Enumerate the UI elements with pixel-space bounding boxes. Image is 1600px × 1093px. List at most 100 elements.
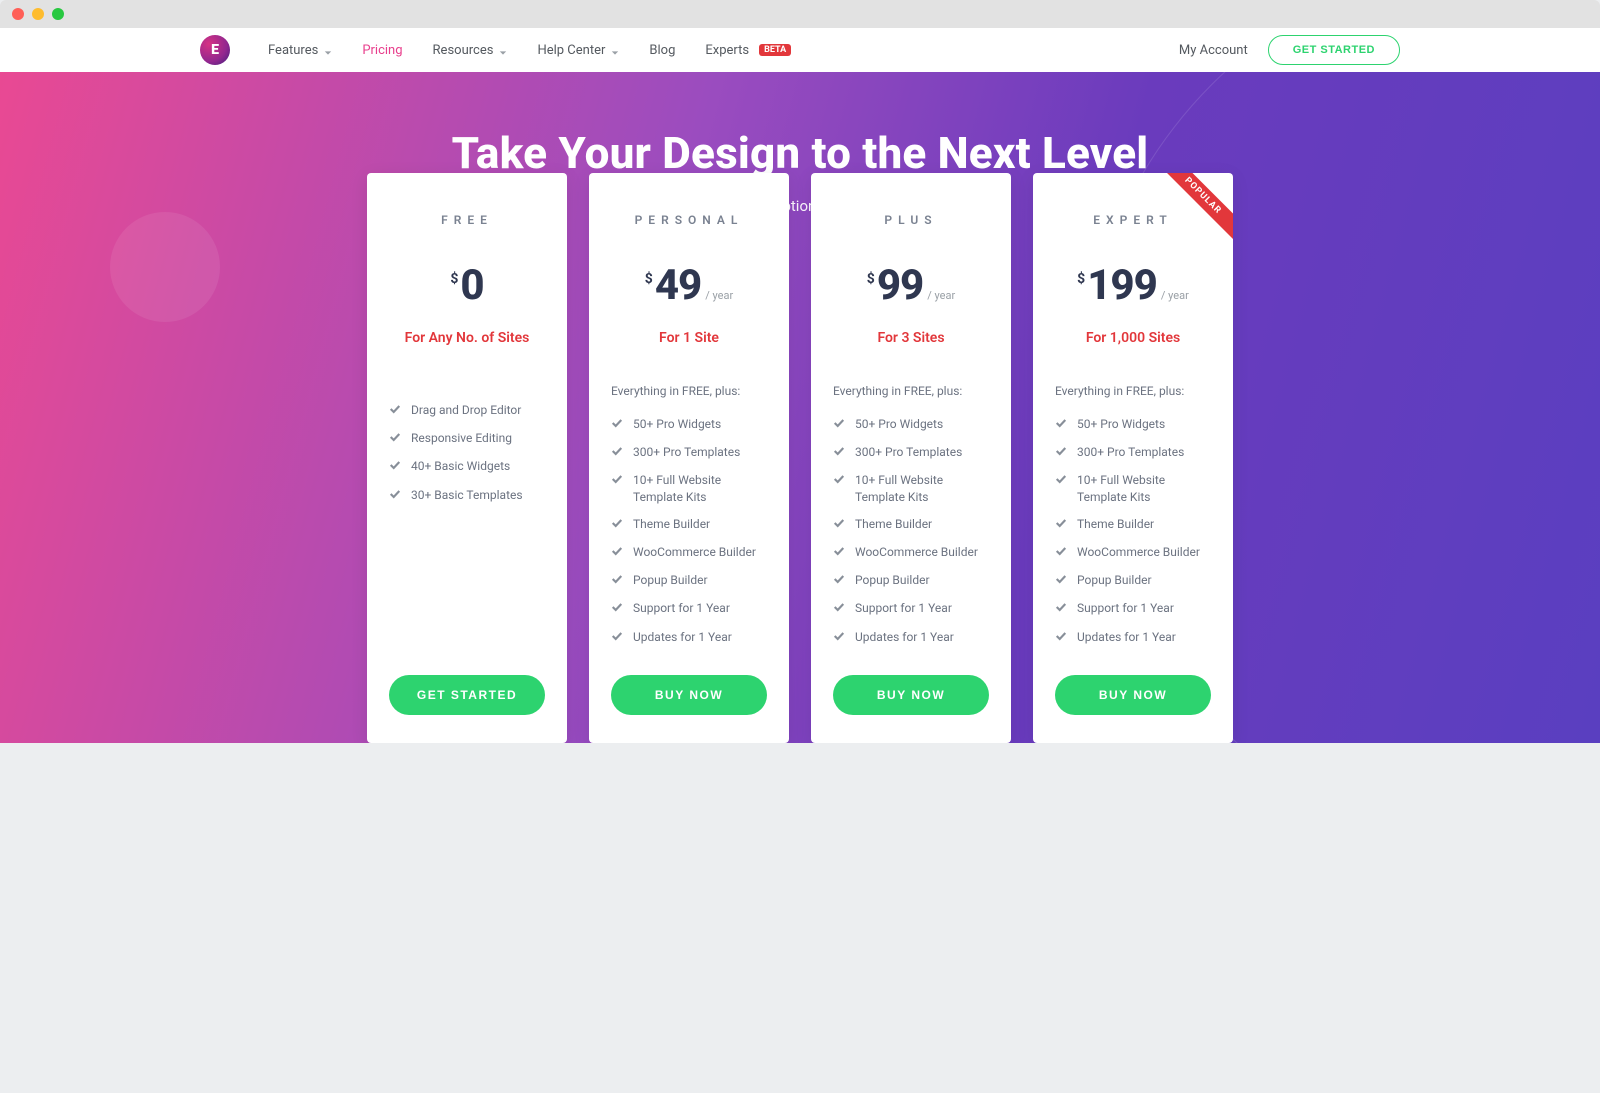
- plan-features: 50+ Pro Widgets 300+ Pro Templates 10+ Ful…: [611, 416, 767, 657]
- feature-text: Responsive Editing: [411, 430, 512, 446]
- nav-item-features[interactable]: Features: [268, 43, 332, 58]
- feature-item: Updates for 1 Year: [833, 629, 989, 646]
- my-account-link[interactable]: My Account: [1179, 43, 1248, 58]
- plan-name: PERSONAL: [611, 213, 767, 227]
- plan-intro: Everything in FREE, plus:: [611, 384, 767, 398]
- feature-text: Support for 1 Year: [1077, 600, 1174, 616]
- feature-text: Support for 1 Year: [855, 600, 952, 616]
- window-maximize-icon[interactable]: [52, 8, 64, 20]
- window-close-icon[interactable]: [12, 8, 24, 20]
- buy-now-button[interactable]: BUY NOW: [1055, 675, 1211, 715]
- nav-item-label: Resources: [433, 43, 494, 58]
- nav-item-blog[interactable]: Blog: [649, 43, 675, 58]
- feature-item: 10+ Full Website Template Kits: [611, 472, 767, 504]
- chevron-down-icon: [499, 46, 507, 54]
- check-icon: [389, 488, 401, 504]
- check-icon: [611, 573, 623, 589]
- check-icon: [1055, 517, 1067, 533]
- currency-symbol: $: [450, 271, 458, 287]
- nav-item-experts[interactable]: Experts BETA: [705, 43, 791, 58]
- nav-item-resources[interactable]: Resources: [433, 43, 508, 58]
- feature-item: 300+ Pro Templates: [611, 444, 767, 461]
- price-row: $199/ year: [1055, 261, 1211, 310]
- feature-text: 10+ Full Website Template Kits: [855, 472, 989, 504]
- check-icon: [1055, 417, 1067, 433]
- feature-item: Updates for 1 Year: [1055, 629, 1211, 646]
- feature-item: Popup Builder: [611, 572, 767, 589]
- feature-text: 30+ Basic Templates: [411, 487, 523, 503]
- plan-name: EXPERT: [1055, 213, 1211, 227]
- lower-bg: [0, 743, 1600, 1093]
- get-started-plan-button[interactable]: GET STARTED: [389, 675, 545, 715]
- beta-badge: BETA: [759, 44, 791, 56]
- nav-item-label: Experts: [705, 43, 749, 58]
- check-icon: [611, 417, 623, 433]
- feature-item: 10+ Full Website Template Kits: [1055, 472, 1211, 504]
- feature-text: 50+ Pro Widgets: [855, 416, 943, 432]
- check-icon: [1055, 601, 1067, 617]
- feature-item: Support for 1 Year: [1055, 600, 1211, 617]
- plan-tagline: For Any No. of Sites: [389, 330, 545, 346]
- check-icon: [833, 601, 845, 617]
- per-year-label: / year: [1161, 289, 1189, 302]
- plan-tagline: For 3 Sites: [833, 330, 989, 346]
- check-icon: [833, 545, 845, 561]
- feature-text: 50+ Pro Widgets: [633, 416, 721, 432]
- feature-item: Support for 1 Year: [611, 600, 767, 617]
- window-minimize-icon[interactable]: [32, 8, 44, 20]
- nav-item-label: Pricing: [362, 43, 402, 58]
- check-icon: [833, 573, 845, 589]
- nav-item-label: Help Center: [537, 43, 605, 58]
- feature-item: 40+ Basic Widgets: [389, 458, 545, 475]
- plan-tagline: For 1,000 Sites: [1055, 330, 1211, 346]
- price-row: $0: [389, 261, 545, 310]
- check-icon: [833, 417, 845, 433]
- feature-text: Popup Builder: [1077, 572, 1152, 588]
- check-icon: [611, 630, 623, 646]
- feature-text: WooCommerce Builder: [633, 544, 756, 560]
- feature-text: 50+ Pro Widgets: [1077, 416, 1165, 432]
- pricing-cards: FREE $0 For Any No. of Sites Drag and Drop …: [0, 173, 1600, 743]
- feature-item: Drag and Drop Editor: [389, 402, 545, 419]
- check-icon: [611, 545, 623, 561]
- buy-now-button[interactable]: BUY NOW: [611, 675, 767, 715]
- plan-intro: Everything in FREE, plus:: [833, 384, 989, 398]
- check-icon: [611, 601, 623, 617]
- feature-text: 300+ Pro Templates: [855, 444, 962, 460]
- feature-text: Drag and Drop Editor: [411, 402, 521, 418]
- pricing-card-plus: PLUS$99/ yearFor 3 SitesEverything in FR…: [811, 173, 1011, 743]
- nav-item-pricing[interactable]: Pricing: [362, 43, 402, 58]
- check-icon: [1055, 573, 1067, 589]
- plan-name: PLUS: [833, 213, 989, 227]
- feature-text: WooCommerce Builder: [855, 544, 978, 560]
- feature-item: 300+ Pro Templates: [1055, 444, 1211, 461]
- feature-item: WooCommerce Builder: [833, 544, 989, 561]
- feature-item: 50+ Pro Widgets: [1055, 416, 1211, 433]
- plan-tagline: For 1 Site: [611, 330, 767, 346]
- buy-now-button[interactable]: BUY NOW: [833, 675, 989, 715]
- feature-item: WooCommerce Builder: [1055, 544, 1211, 561]
- nav-item-help-center[interactable]: Help Center: [537, 43, 619, 58]
- feature-item: Popup Builder: [1055, 572, 1211, 589]
- feature-item: Support for 1 Year: [833, 600, 989, 617]
- chevron-down-icon: [611, 46, 619, 54]
- currency-symbol: $: [867, 271, 875, 287]
- price-value: 49: [655, 261, 701, 310]
- plan-features: 50+ Pro Widgets 300+ Pro Templates 10+ Ful…: [833, 416, 989, 657]
- plan-name: FREE: [389, 213, 545, 227]
- feature-item: WooCommerce Builder: [611, 544, 767, 561]
- get-started-button[interactable]: GET STARTED: [1268, 35, 1400, 65]
- price-value: 0: [460, 261, 483, 310]
- brand-logo[interactable]: E: [200, 35, 230, 65]
- plan-features: Drag and Drop Editor Responsive Editing 40…: [389, 402, 545, 657]
- feature-item: 50+ Pro Widgets: [833, 416, 989, 433]
- feature-item: Theme Builder: [1055, 516, 1211, 533]
- feature-item: Updates for 1 Year: [611, 629, 767, 646]
- feature-item: Theme Builder: [611, 516, 767, 533]
- feature-item: 10+ Full Website Template Kits: [833, 472, 989, 504]
- pricing-card-expert: POPULAREXPERT$199/ yearFor 1,000 SitesEv…: [1033, 173, 1233, 743]
- check-icon: [1055, 445, 1067, 461]
- check-icon: [833, 517, 845, 533]
- feature-text: Theme Builder: [633, 516, 710, 532]
- feature-item: Responsive Editing: [389, 430, 545, 447]
